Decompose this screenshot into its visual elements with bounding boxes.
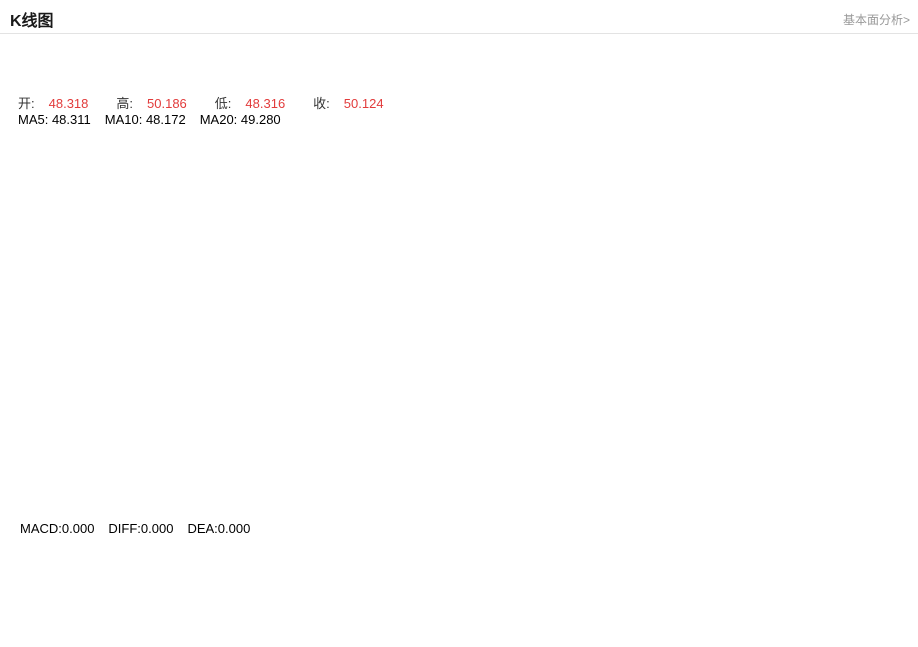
dea-value-legend: DEA:0.000 <box>187 521 251 536</box>
macd-value-legend: MACD:0.000 <box>20 521 95 536</box>
open-value: 48.318 <box>48 96 89 111</box>
diff-value-legend: DIFF:0.000 <box>108 521 174 536</box>
ma20-legend: MA20: 49.280 <box>199 112 281 127</box>
high-label: 高: <box>116 96 134 111</box>
close-label: 收: <box>313 96 330 111</box>
low-label: 低: <box>214 96 232 111</box>
macd-legend: MACD:0.000 DIFF:0.000 DEA:0.000 <box>20 521 264 536</box>
close-value: 50.124 <box>343 96 384 111</box>
ma10-legend: MA10: 48.172 <box>104 112 186 127</box>
current-price-tag: 50.124 <box>843 216 880 230</box>
ma-legend: MA5: 48.311 MA10: 48.172 MA20: 49.280 <box>18 112 295 127</box>
ohlc-legend: 开: 48.318 高: 50.186 低: 48.316 收: 50.124 <box>18 93 412 112</box>
ma5-legend: MA5: 48.311 <box>18 112 91 127</box>
low-value: 48.316 <box>245 96 286 111</box>
high-value: 50.186 <box>147 96 187 111</box>
kline-page: K线图 基本面分析> 开: 48.318 高: 50.186 低: 48.316 收:… <box>0 0 918 647</box>
open-label: 开: <box>18 96 35 111</box>
